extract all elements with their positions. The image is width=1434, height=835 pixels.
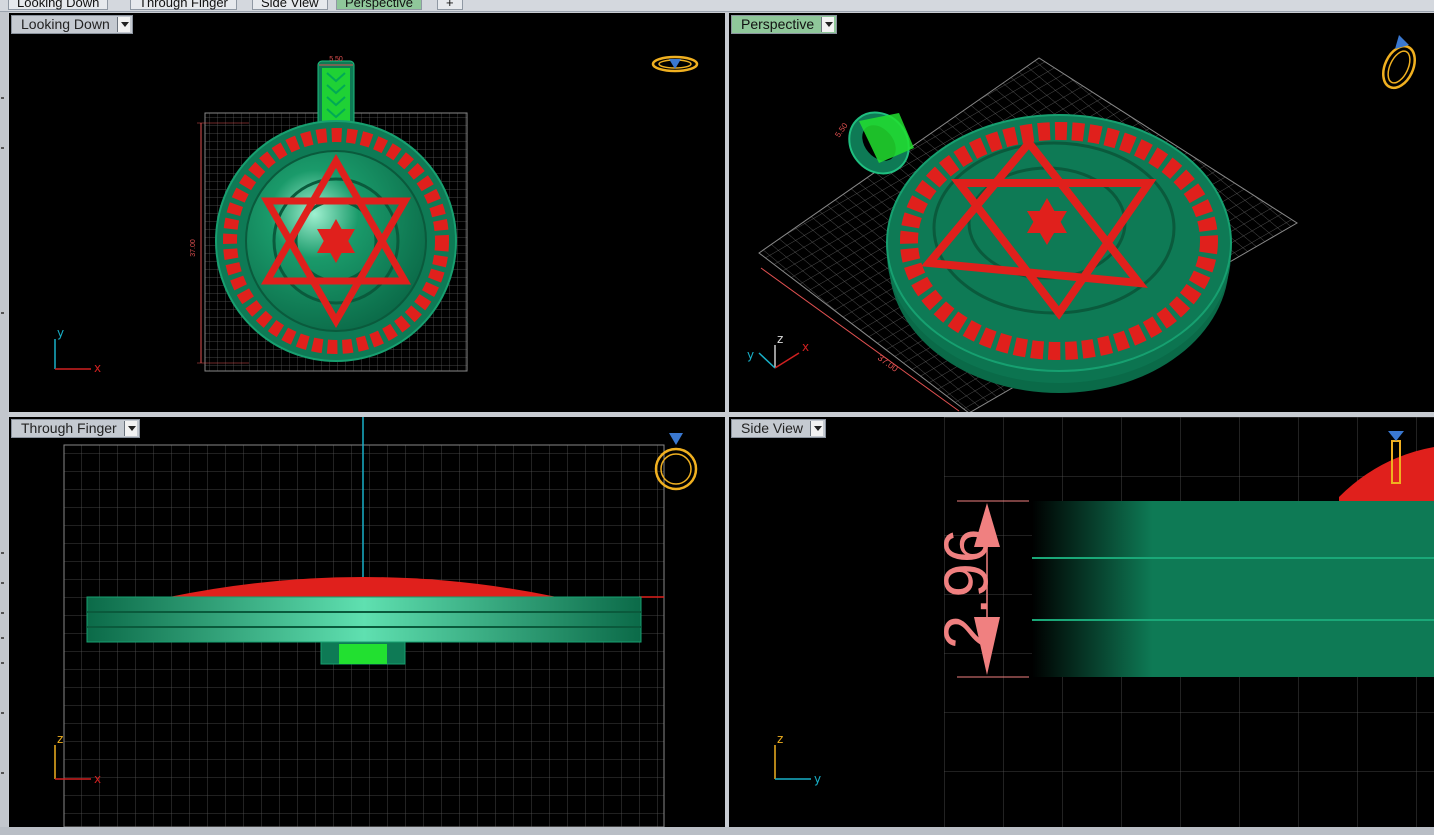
dimension-bail-width: 5.50 xyxy=(329,56,343,63)
axis-label-x: x xyxy=(802,340,809,354)
viewport-title: Through Finger xyxy=(21,420,117,436)
axis-label-z: z xyxy=(57,732,63,746)
axis-label-y: y xyxy=(747,348,754,362)
pendant-disc-profile xyxy=(86,596,642,643)
status-bar xyxy=(0,827,1434,835)
axis-label-y: y xyxy=(57,326,64,340)
axis-label-x: x xyxy=(94,361,101,375)
side-view-scene: 2.96 z y xyxy=(774,417,1434,827)
ring-orientation-icon xyxy=(1382,35,1416,90)
viewport-label-through-finger[interactable]: Through Finger xyxy=(11,419,140,438)
tab-perspective[interactable]: Perspective xyxy=(336,0,422,10)
add-tab-button[interactable]: + xyxy=(437,0,463,10)
ring-orientation-icon xyxy=(651,55,699,73)
viewport-looking-down[interactable]: Looking Down 5.50 37.00 y x xyxy=(9,13,725,412)
viewport-label-looking-down[interactable]: Looking Down xyxy=(11,15,133,34)
viewport-title: Looking Down xyxy=(21,16,110,32)
axis-label-y: y xyxy=(814,772,821,786)
viewport-tab-strip: Looking Down Through Finger Side View Pe… xyxy=(0,0,1434,12)
axis-label-z: z xyxy=(777,332,783,346)
viewport-through-finger[interactable]: Through Finger z x xyxy=(9,417,725,827)
viewport-title: Perspective xyxy=(741,16,815,32)
viewport-menu-dropdown[interactable] xyxy=(123,421,137,436)
axis-label-x: x xyxy=(94,772,101,786)
tab-through-finger[interactable]: Through Finger xyxy=(130,0,237,10)
through-finger-scene: z x xyxy=(54,417,698,827)
viewport-menu-dropdown[interactable] xyxy=(821,17,835,32)
dimension-diameter: 37.00 xyxy=(190,239,197,257)
viewport-menu-dropdown[interactable] xyxy=(116,17,130,32)
dimension-bail-width: 5.50 xyxy=(833,121,850,139)
tab-looking-down[interactable]: Looking Down xyxy=(8,0,109,10)
viewport-side-view[interactable]: Side View 2.96 z y xyxy=(729,417,1434,827)
viewport-menu-dropdown[interactable] xyxy=(810,421,824,436)
axis-label-z: z xyxy=(777,732,783,746)
viewport-label-perspective[interactable]: Perspective xyxy=(731,15,838,34)
left-ruler xyxy=(0,12,8,827)
viewport-perspective[interactable]: Perspective 37.00 5.50 y z x xyxy=(729,13,1434,412)
viewport-title: Side View xyxy=(741,420,804,436)
tab-side-view[interactable]: Side View xyxy=(252,0,328,10)
perspective-scene: 37.00 5.50 y z x xyxy=(747,35,1416,412)
looking-down-scene: 5.50 37.00 y x xyxy=(54,55,699,375)
pendant-disc-profile xyxy=(1032,501,1434,677)
dimension-thickness: 2.96 xyxy=(932,529,1001,650)
viewport-label-side-view[interactable]: Side View xyxy=(731,419,827,438)
